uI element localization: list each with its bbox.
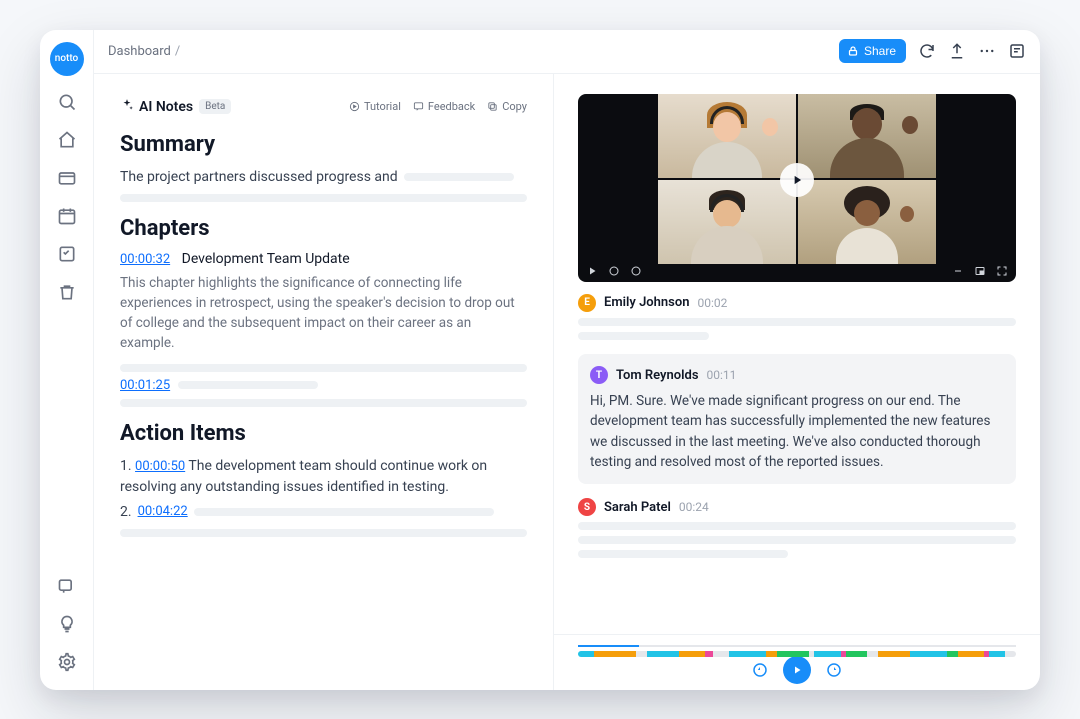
avatar: S (578, 498, 596, 516)
placeholder (120, 364, 527, 372)
placeholder (578, 536, 1016, 544)
media-pane: E Emily Johnson 00:02 T Tom Reynolds 00:11 Hi,… (554, 74, 1040, 690)
placeholder (120, 399, 527, 407)
chapter-desc: This chapter highlights the significance… (120, 273, 527, 354)
placeholder (578, 332, 709, 340)
action-heading: Action Items (120, 421, 527, 446)
rewind-icon[interactable] (608, 262, 620, 281)
chapter-item: 00:00:32 Development Team Update (120, 251, 527, 267)
speaker-name: Emily Johnson (604, 295, 689, 310)
trash-icon[interactable] (57, 282, 77, 302)
participant-tile (658, 180, 796, 264)
minimize-icon[interactable] (952, 262, 964, 281)
timestamp-link[interactable]: 00:00:50 (135, 459, 185, 474)
play-button[interactable] (783, 656, 811, 684)
topbar: Dashboard/ Share (94, 30, 1040, 74)
share-button[interactable]: Share (839, 39, 906, 63)
tutorial-link[interactable]: Tutorial (349, 100, 401, 113)
sparkle-icon (120, 98, 134, 116)
chapter-title: Development Team Update (182, 251, 350, 267)
placeholder (578, 522, 1016, 530)
placeholder (120, 194, 527, 202)
participant-tile (798, 94, 936, 178)
forward-icon[interactable] (630, 262, 642, 281)
placeholder (578, 318, 1016, 326)
main-area: Dashboard/ Share (94, 30, 1040, 690)
fullscreen-icon[interactable] (996, 262, 1008, 281)
gear-icon[interactable] (57, 652, 77, 672)
calendar-icon[interactable] (57, 206, 77, 226)
audio-player (554, 634, 1040, 690)
placeholder (194, 508, 494, 516)
summary-heading: Summary (120, 132, 527, 157)
panel-icon[interactable] (1008, 42, 1026, 60)
play-overlay-button[interactable] (780, 163, 814, 197)
announcement-icon[interactable] (57, 576, 77, 596)
copy-link[interactable]: Copy (487, 100, 527, 113)
avatar: E (578, 294, 596, 312)
progress-track[interactable] (578, 645, 1016, 647)
sidebar: notto (40, 30, 94, 690)
logo[interactable]: notto (50, 42, 84, 76)
chapter-item: 00:01:25 (120, 378, 527, 393)
app-window: notto (40, 30, 1040, 690)
participant-tile (798, 180, 936, 264)
forward-button[interactable] (825, 661, 843, 679)
notes-pane: AI Notes Beta Tutorial Feedback Copy (94, 74, 554, 690)
placeholder (578, 550, 788, 558)
notes-title: AI Notes (139, 99, 193, 115)
beta-badge: Beta (199, 99, 231, 114)
pip-icon[interactable] (974, 262, 986, 281)
play-small-icon[interactable] (586, 262, 598, 281)
action-item: 1. 00:00:50 The development team should … (120, 456, 527, 498)
summary-text: The project partners discussed progress … (120, 167, 398, 188)
transcript-entry[interactable]: S Sarah Patel 00:24 (578, 498, 1016, 558)
entry-timestamp: 00:11 (707, 366, 737, 384)
video-player[interactable] (578, 94, 1016, 282)
avatar: T (590, 366, 608, 384)
transcript-entry[interactable]: T Tom Reynolds 00:11 Hi, PM. Sure. We've ma… (578, 354, 1016, 485)
entry-timestamp: 00:02 (697, 296, 727, 310)
timestamp-link[interactable]: 00:04:22 (138, 502, 188, 522)
speaker-name: Tom Reynolds (616, 366, 699, 386)
sync-icon[interactable] (918, 42, 936, 60)
timestamp-link[interactable]: 00:00:32 (120, 252, 170, 267)
transcript-entry[interactable]: E Emily Johnson 00:02 (578, 294, 1016, 340)
home-icon[interactable] (57, 130, 77, 150)
more-icon[interactable] (978, 42, 996, 60)
entry-text: Hi, PM. Sure. We've made significant pro… (590, 391, 1004, 472)
participant-tile (658, 94, 796, 178)
timestamp-link[interactable]: 00:01:25 (120, 378, 170, 393)
transcript-list[interactable]: E Emily Johnson 00:02 T Tom Reynolds 00:11 Hi,… (554, 294, 1040, 634)
notes-header: AI Notes Beta Tutorial Feedback Copy (120, 98, 527, 116)
chapters-heading: Chapters (120, 216, 527, 241)
feedback-link[interactable]: Feedback (413, 100, 475, 113)
speaker-segments[interactable] (578, 651, 1016, 657)
folder-icon[interactable] (57, 168, 77, 188)
placeholder (178, 381, 318, 389)
breadcrumb[interactable]: Dashboard/ (108, 44, 180, 59)
tasks-icon[interactable] (57, 244, 77, 264)
video-controls (578, 262, 1016, 282)
action-item: 2. 00:04:22 (120, 502, 527, 523)
lightbulb-icon[interactable] (57, 614, 77, 634)
placeholder (120, 529, 527, 537)
rewind-button[interactable] (751, 661, 769, 679)
speaker-name: Sarah Patel (604, 500, 671, 515)
export-icon[interactable] (948, 42, 966, 60)
placeholder (404, 173, 514, 181)
search-icon[interactable] (57, 92, 77, 112)
entry-timestamp: 00:24 (679, 500, 709, 514)
